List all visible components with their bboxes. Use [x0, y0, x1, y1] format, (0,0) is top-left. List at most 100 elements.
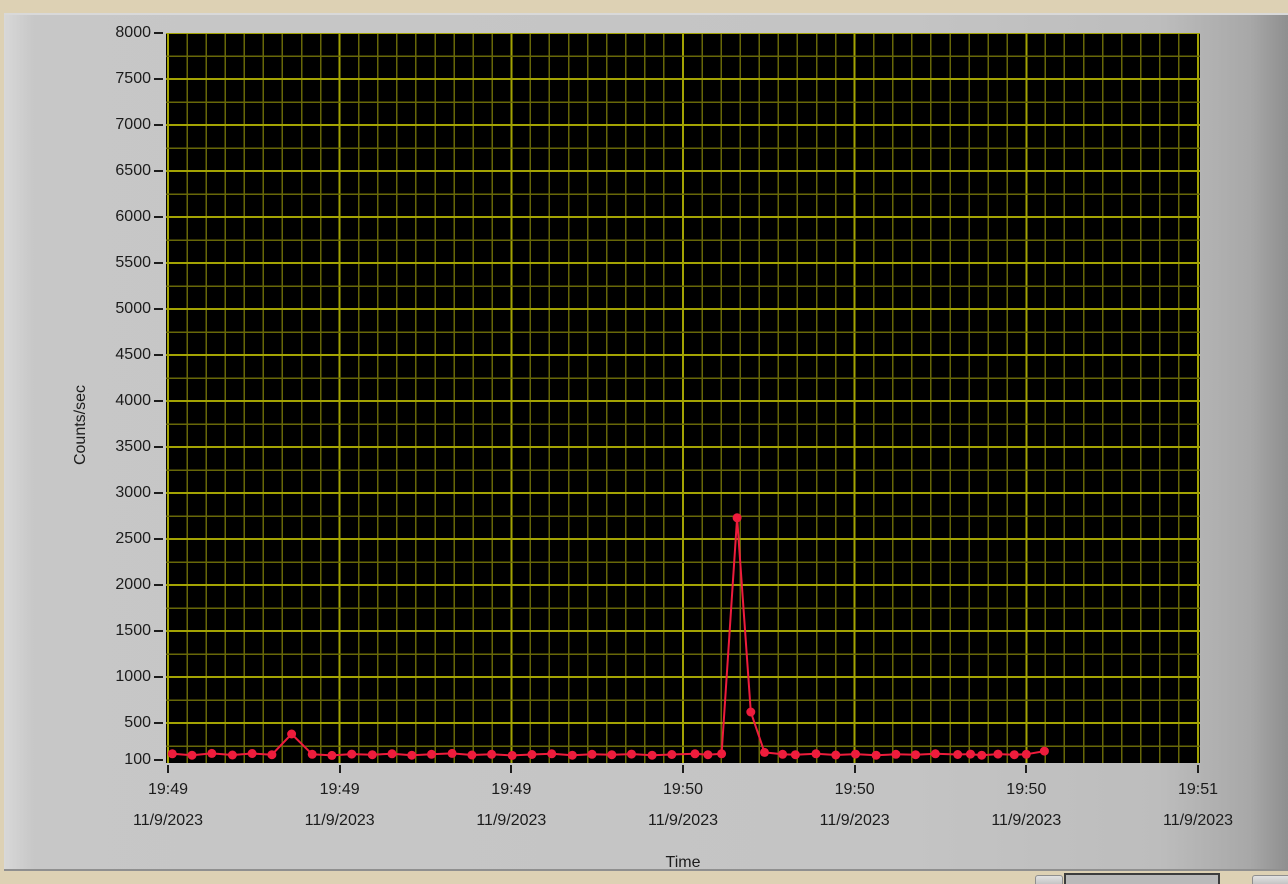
- y-tick-mark: [154, 446, 163, 448]
- data-point-marker: [1039, 746, 1049, 756]
- y-tick-mark: [154, 262, 163, 264]
- data-point-marker: [831, 750, 841, 760]
- x-tick-date-label: 11/9/2023: [476, 812, 547, 829]
- data-point-marker: [732, 513, 742, 523]
- y-tick-label: 6500: [115, 162, 151, 179]
- y-tick-mark: [154, 124, 163, 126]
- y-tick-label: 1500: [115, 622, 151, 639]
- x-tick-mark: [1025, 765, 1028, 773]
- y-tick-label: 8000: [115, 24, 151, 41]
- data-point-marker: [703, 750, 713, 760]
- x-tick-mark: [338, 765, 341, 773]
- data-point-marker: [627, 749, 636, 759]
- y-tick-mark: [154, 492, 163, 494]
- y-tick-label: 4500: [115, 346, 151, 363]
- y-tick-label: 2500: [115, 530, 151, 547]
- y-tick-label: 500: [124, 714, 151, 731]
- data-point-marker: [487, 749, 497, 759]
- plot-area: [166, 33, 1200, 763]
- data-point-marker: [911, 750, 921, 760]
- data-point-marker: [966, 749, 975, 759]
- y-tick-mark: [154, 216, 163, 218]
- y-tick-mark: [154, 78, 163, 80]
- data-point-marker: [567, 750, 577, 760]
- x-tick-date-label: 11/9/2023: [648, 812, 718, 829]
- data-point-marker: [387, 749, 397, 759]
- y-tick-mark: [154, 758, 163, 761]
- x-tick-date-label: 11/9/2023: [1163, 812, 1233, 829]
- y-tick-mark: [154, 676, 163, 678]
- y-tick-mark: [154, 308, 163, 310]
- palette-bar[interactable]: [1064, 873, 1220, 884]
- data-point-marker: [227, 750, 237, 760]
- x-tick-mark: [167, 765, 169, 773]
- x-tick-date-label: 11/9/2023: [819, 812, 890, 829]
- chart-panel: Counts/sec Time 8000 7500 7000 6500 6000 5500…: [4, 13, 1288, 871]
- data-point-marker: [1009, 750, 1019, 760]
- data-point-marker: [307, 749, 317, 759]
- y-tick-label: 6000: [115, 208, 151, 225]
- data-point-marker: [760, 747, 769, 757]
- x-axis-title: Time: [665, 854, 701, 871]
- data-point-marker: [717, 749, 727, 759]
- data-point-marker: [607, 750, 617, 760]
- data-point-marker: [347, 749, 357, 759]
- y-tick-label: 5500: [115, 254, 151, 271]
- data-point-marker: [790, 750, 800, 760]
- x-tick-mark: [682, 765, 684, 773]
- data-point-marker: [187, 750, 197, 760]
- y-axis-title: Counts/sec: [72, 384, 89, 466]
- data-point-marker: [287, 729, 297, 739]
- x-tick-date-label: 11/9/2023: [991, 812, 1062, 829]
- y-tick-mark: [154, 538, 163, 540]
- data-point-marker: [1021, 749, 1031, 759]
- waveform-chart: [166, 33, 1200, 763]
- x-tick-date-label: 11/9/2023: [304, 812, 375, 829]
- data-point-marker: [547, 749, 557, 759]
- data-point-marker: [690, 749, 700, 759]
- x-tick-time-label: 19:50: [1006, 781, 1047, 798]
- y-tick-mark: [154, 354, 163, 356]
- data-point-marker: [407, 750, 417, 760]
- data-point-marker: [467, 750, 477, 760]
- palette-button-left[interactable]: [1035, 875, 1063, 884]
- data-point-marker: [507, 750, 517, 760]
- y-tick-label: 100: [124, 750, 151, 768]
- data-point-marker: [667, 750, 677, 759]
- data-point-marker: [977, 750, 987, 760]
- y-tick-label: 3000: [115, 484, 151, 501]
- y-tick-mark: [154, 32, 163, 34]
- y-tick-label: 2000: [115, 576, 151, 593]
- x-tick-time-label: 19:50: [834, 781, 875, 798]
- x-tick-time-label: 19:49: [319, 781, 360, 798]
- data-point-marker: [993, 749, 1003, 759]
- x-tick-time-label: 19:51: [1177, 781, 1219, 798]
- data-point-marker: [207, 748, 217, 758]
- x-tick-time-label: 19:49: [491, 781, 532, 798]
- y-tick-label: 7000: [115, 116, 151, 133]
- data-point-marker: [447, 748, 457, 758]
- y-tick-label: 3500: [115, 438, 151, 455]
- data-point-marker: [778, 749, 788, 759]
- data-point-marker: [527, 750, 537, 759]
- palette-button-right[interactable]: [1252, 875, 1288, 884]
- data-point-marker: [167, 749, 177, 759]
- data-point-marker: [587, 749, 597, 759]
- data-point-marker: [851, 749, 860, 759]
- data-point-marker: [267, 750, 277, 760]
- y-tick-label: 7500: [115, 70, 151, 87]
- x-tick-mark: [853, 765, 856, 773]
- y-tick-mark: [154, 630, 163, 632]
- data-point-marker: [427, 749, 436, 759]
- data-point-marker: [247, 749, 257, 758]
- data-line: [172, 516, 1045, 757]
- x-tick-time-label: 19:49: [147, 781, 189, 798]
- x-tick-time-label: 19:50: [662, 781, 704, 798]
- data-point-marker: [327, 750, 337, 760]
- y-tick-label: 1000: [115, 668, 151, 685]
- data-point-marker: [367, 750, 377, 760]
- data-point-marker: [647, 750, 657, 760]
- y-tick-label: 4000: [115, 392, 151, 409]
- y-tick-mark: [154, 584, 163, 586]
- x-tick-date-label: 11/9/2023: [133, 812, 203, 829]
